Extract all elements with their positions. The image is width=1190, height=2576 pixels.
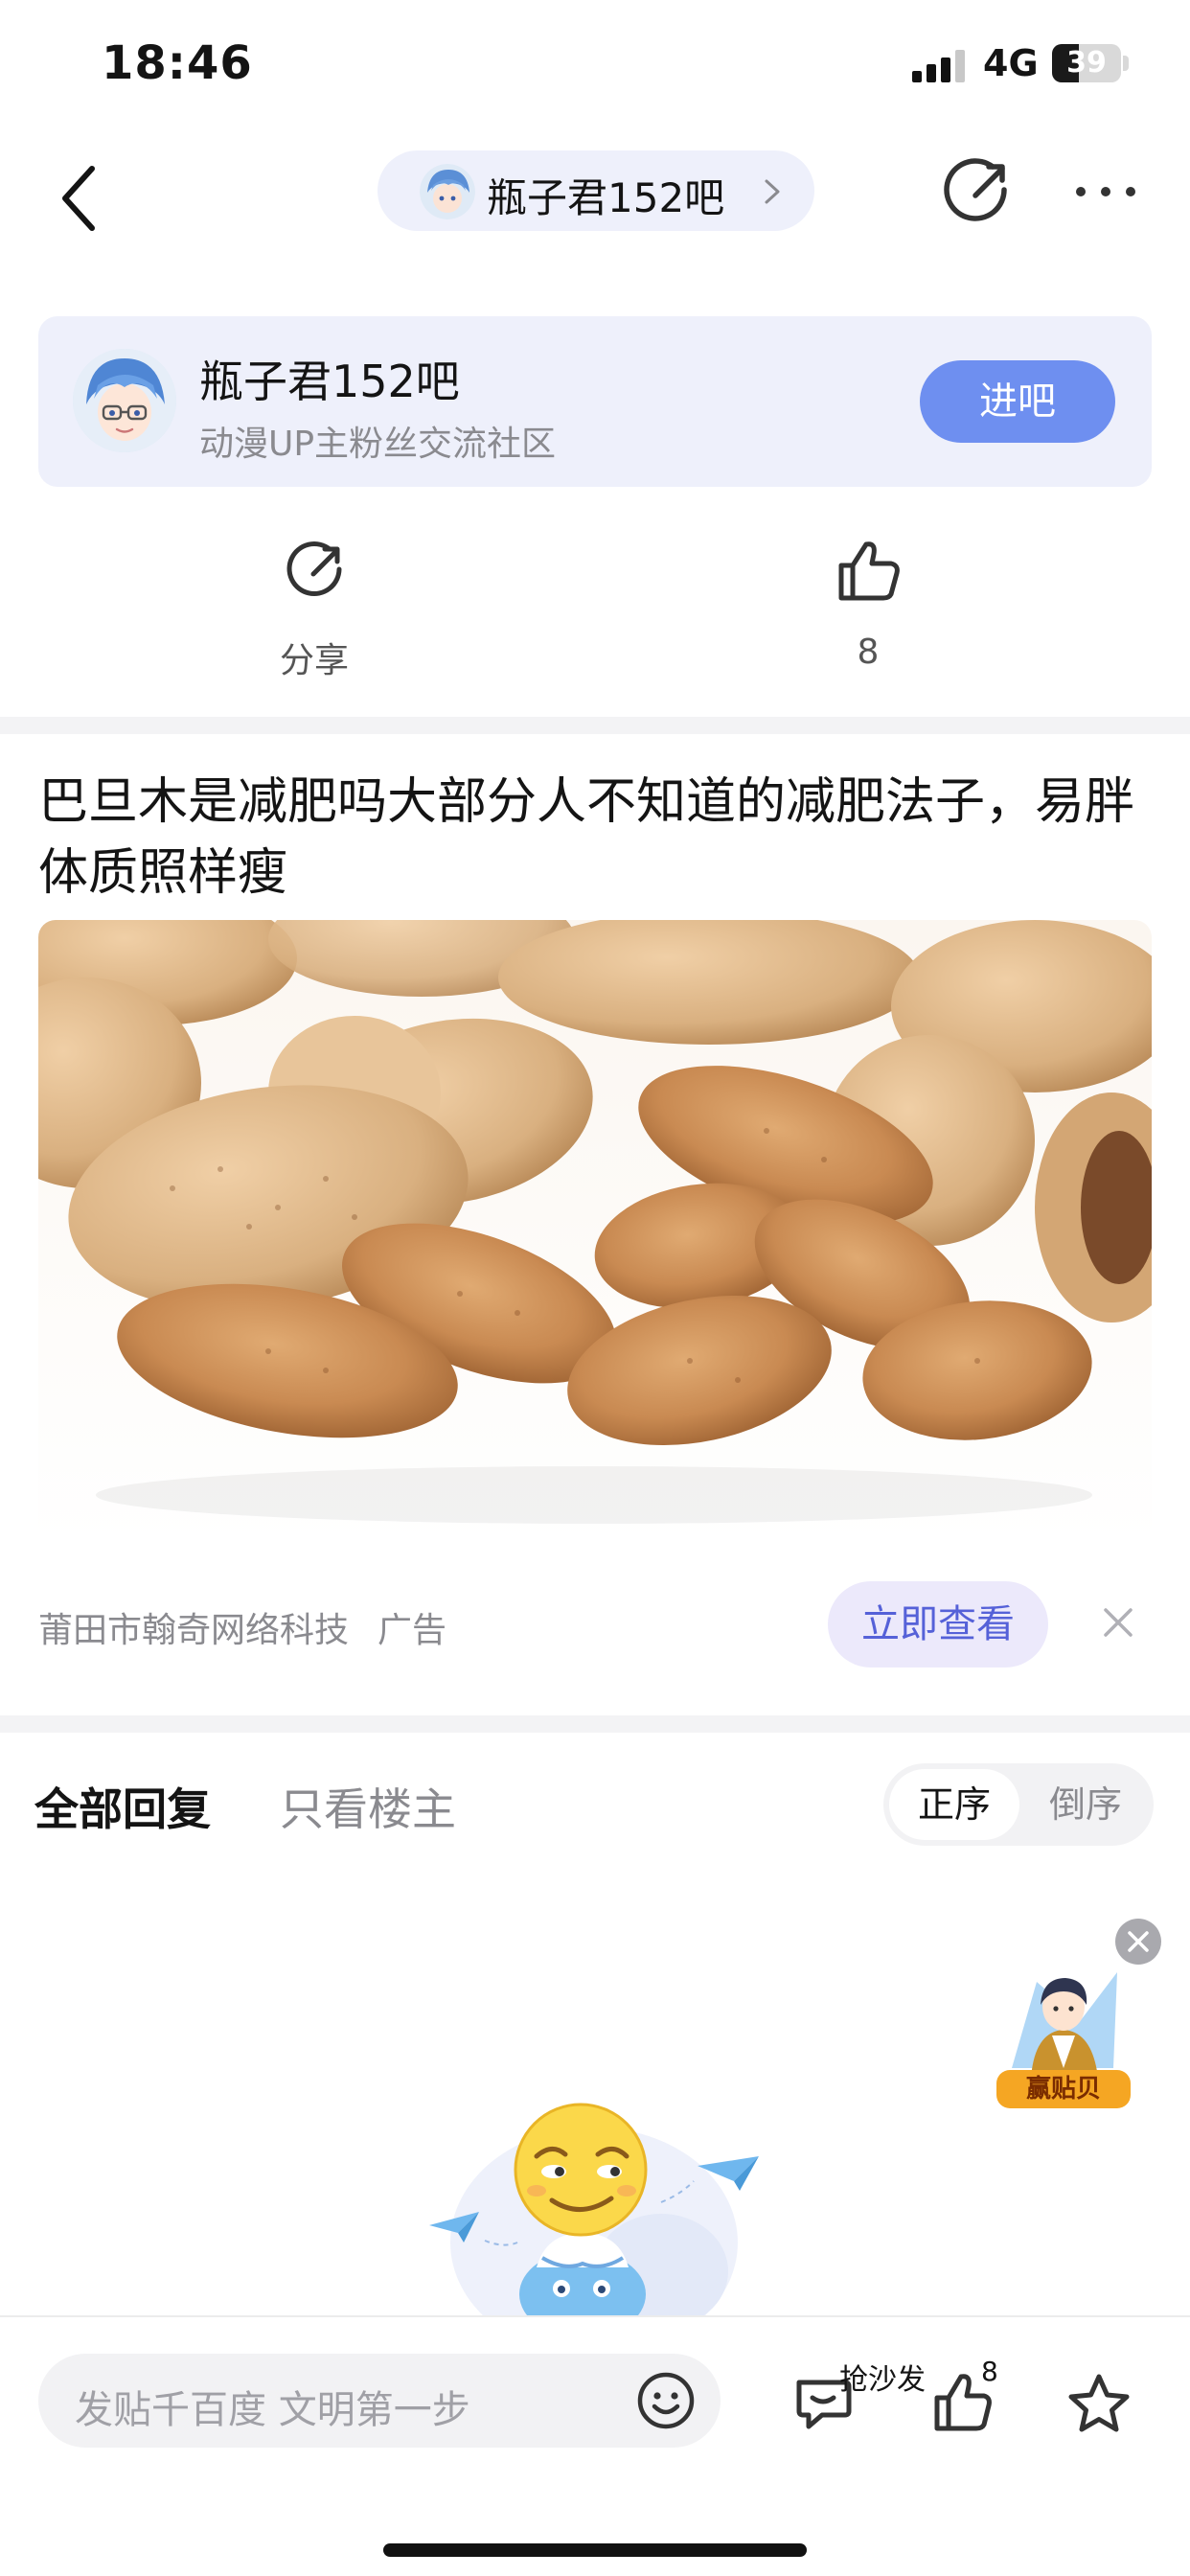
chevron-right-icon [765,179,780,204]
signal-icon [912,50,965,82]
like-count: 8 [981,2356,998,2387]
comment-label: 抢沙发 [839,2363,926,2397]
ad-tag: 广告 [378,1611,447,1650]
nav-bar: 瓶子君152吧 [0,134,1190,259]
empty-state-illustration [429,2103,759,2315]
section-divider [0,1715,1190,1733]
battery-percent: 39 [1066,46,1107,80]
sort-ascending-button[interactable]: 正序 [889,1769,1019,1840]
ad-image[interactable] [38,920,1152,1543]
share-icon[interactable] [939,153,1016,230]
tab-all-replies[interactable]: 全部回复 [34,1775,211,1838]
forum-name: 瓶子君152吧 [487,174,725,221]
ad-view-button[interactable]: 立即查看 [828,1581,1048,1668]
forum-pill-button[interactable]: 瓶子君152吧 [378,150,814,231]
reward-character [1012,1972,1117,2078]
network-label: 4G [983,42,1039,84]
forum-card[interactable]: 瓶子君152吧 动漫UP主粉丝交流社区 进吧 [38,316,1152,487]
post-action-row: 分享 8 [0,537,1190,690]
forum-card-title: 瓶子君152吧 [199,356,460,407]
status-bar: 18:46 4G 39 [0,0,1190,125]
thumbs-up-icon [838,541,900,601]
sort-toggle: 正序 倒序 [883,1763,1154,1846]
forum-card-avatar [73,349,176,452]
tab-op-only[interactable]: 只看楼主 [280,1775,456,1838]
reply-input[interactable]: 发贴千百度 文明第一步 [38,2354,721,2448]
section-divider [0,717,1190,734]
reward-float-button[interactable]: 赢贴贝 [993,1963,1134,2116]
reply-input-placeholder: 发贴千百度 文明第一步 [75,2388,470,2432]
share-label: 分享 [279,641,349,680]
bottom-bar: 发贴千百度 文明第一步 抢沙发 8 [0,2315,1190,2576]
share-icon [286,541,342,596]
emoji-icon[interactable] [636,2371,696,2430]
forum-card-subtitle: 动漫UP主粉丝交流社区 [199,425,557,464]
star-icon[interactable] [1065,2371,1133,2438]
float-close-icon[interactable] [1113,1917,1163,1966]
like-count: 8 [857,632,880,672]
post-title: 巴旦木是减肥吗大部分人不知道的减肥法子，易胖体质照样瘦 [38,773,1135,902]
sort-descending-button[interactable]: 倒序 [1023,1769,1148,1840]
more-icon[interactable] [1071,182,1140,201]
share-action-button[interactable]: 分享 [218,537,410,680]
like-action-button[interactable]: 8 [772,537,964,680]
like-button[interactable]: 8 [931,2356,1027,2442]
forum-avatar [420,164,475,219]
status-time: 18:46 [102,36,253,90]
ad-advertiser: 莆田市翰奇网络科技 [38,1611,350,1650]
battery-icon: 39 [1052,44,1129,82]
close-icon[interactable] [1100,1604,1136,1641]
back-icon[interactable] [48,155,115,242]
home-indicator [383,2543,807,2557]
join-forum-button[interactable]: 进吧 [920,360,1115,443]
reward-label: 赢贴贝 [996,2070,1131,2108]
